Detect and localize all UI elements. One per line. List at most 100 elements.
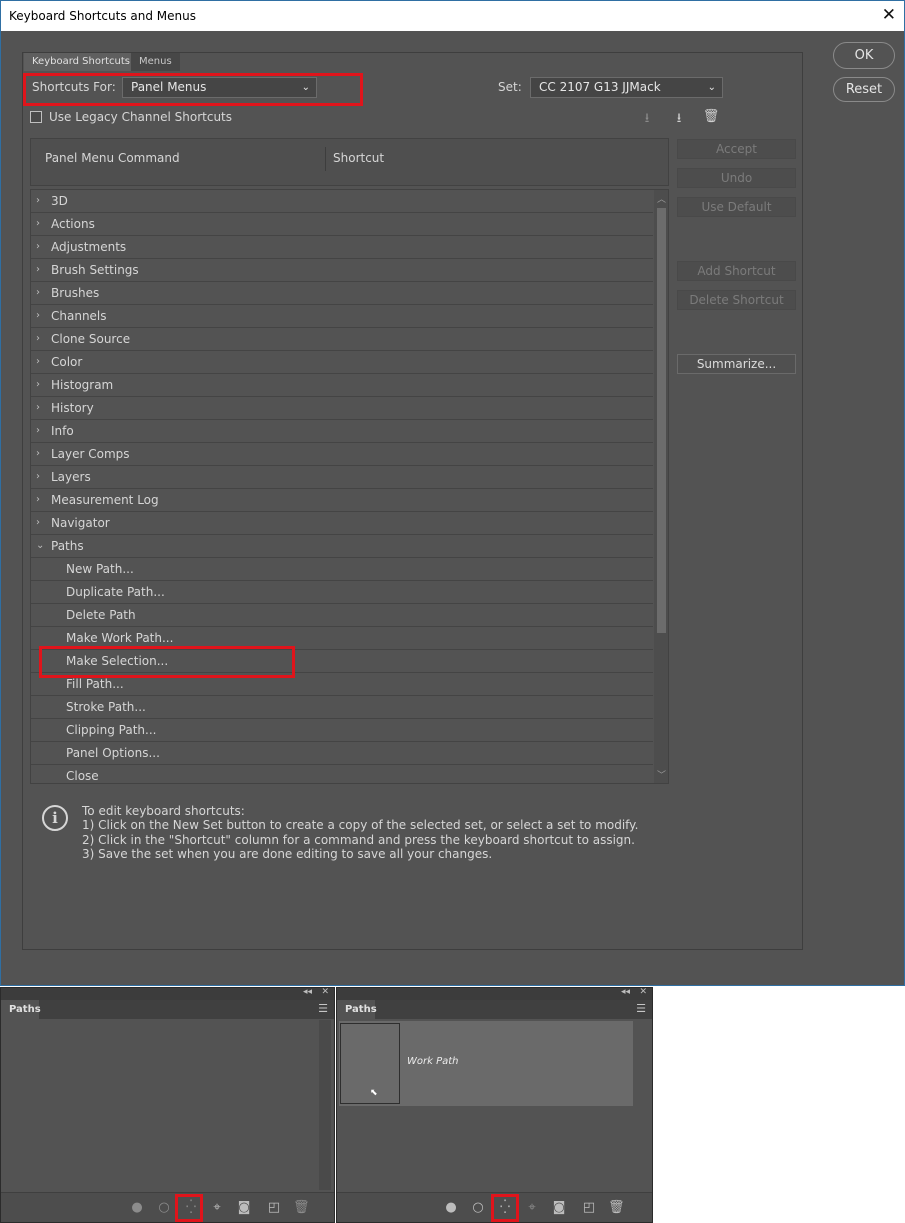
trash-icon[interactable]: 🗑 <box>293 1200 310 1215</box>
accept-button[interactable]: Accept <box>677 139 796 159</box>
save-set-icon[interactable]: ⭳ <box>637 109 657 127</box>
trash-icon[interactable]: 🗑 <box>608 1200 625 1215</box>
chevron-icon: › <box>36 402 40 413</box>
list-item[interactable]: › Layer Comps <box>31 443 653 466</box>
reset-button[interactable]: Reset <box>833 77 895 102</box>
list-item[interactable]: › Channels <box>31 305 653 328</box>
chevron-icon: › <box>36 287 40 298</box>
list-item[interactable]: Delete Path <box>31 604 653 627</box>
close-icon[interactable]: ✕ <box>321 987 329 997</box>
close-icon[interactable]: ✕ <box>639 987 647 997</box>
list-item[interactable]: Clipping Path... <box>31 719 653 742</box>
chevron-icon: › <box>36 333 40 344</box>
scroll-up-icon[interactable]: ︿ <box>657 192 666 205</box>
tab-keyboard-shortcuts[interactable]: Keyboard Shortcuts <box>24 53 138 71</box>
collapse-icon[interactable]: ◂◂ <box>621 987 630 997</box>
list-item[interactable]: › Color <box>31 351 653 374</box>
scroll-down-icon[interactable]: ﹀ <box>657 768 666 781</box>
list-item[interactable]: › Actions <box>31 213 653 236</box>
panel-menu-icon[interactable]: ☰ <box>318 1002 328 1015</box>
legacy-channel-checkbox[interactable] <box>30 111 42 123</box>
tab-menus[interactable]: Menus <box>131 53 180 71</box>
list-item[interactable]: › History <box>31 397 653 420</box>
list-item-label: Color <box>51 355 83 369</box>
list-item-label: Layers <box>51 470 91 484</box>
list-item-label: Navigator <box>51 516 110 530</box>
list-item-label: Info <box>51 424 74 438</box>
scrollbar-thumb[interactable] <box>657 208 666 633</box>
list-item[interactable]: Duplicate Path... <box>31 581 653 604</box>
list-item[interactable]: › Brushes <box>31 282 653 305</box>
new-set-icon[interactable]: ⭳ <box>669 109 689 127</box>
panel-top-bar: ◂◂ ✕ <box>337 987 652 1000</box>
scrollbar[interactable]: ︿ ﹀ <box>654 190 668 783</box>
highlight-box <box>175 1194 203 1222</box>
fill-path-icon[interactable]: ● <box>443 1200 459 1215</box>
summarize-button[interactable]: Summarize... <box>677 354 796 374</box>
list-item-label: New Path... <box>66 562 134 576</box>
info-line: 1) Click on the New Set button to create… <box>82 818 639 832</box>
ok-button[interactable]: OK <box>833 42 895 69</box>
chevron-icon: › <box>36 517 40 528</box>
new-path-icon[interactable]: ◰ <box>266 1200 282 1215</box>
chevron-icon: › <box>36 379 40 390</box>
keyboard-shortcuts-dialog: Keyboard Shortcuts and Menus ✕ Keyboard … <box>0 0 905 986</box>
list-item[interactable]: Panel Options... <box>31 742 653 765</box>
new-path-icon[interactable]: ◰ <box>581 1200 597 1215</box>
list-item-label: Delete Path <box>66 608 136 622</box>
panel-top-bar: ◂◂ ✕ <box>1 987 334 1000</box>
list-item[interactable]: › Clone Source <box>31 328 653 351</box>
panel-scrollbar[interactable] <box>319 1020 331 1190</box>
column-divider <box>325 147 326 171</box>
make-work-path-icon[interactable]: ⌖ <box>209 1200 225 1215</box>
column-command: Panel Menu Command <box>45 151 180 165</box>
highlight-box <box>491 1194 519 1222</box>
add-mask-icon[interactable]: ◙ <box>551 1200 567 1215</box>
stroke-path-icon[interactable]: ○ <box>156 1200 172 1215</box>
list-item-label: Adjustments <box>51 240 127 254</box>
list-item-label: Stroke Path... <box>66 700 146 714</box>
list-item[interactable]: New Path... <box>31 558 653 581</box>
make-work-path-icon[interactable]: ⌖ <box>524 1200 540 1215</box>
chevron-down-icon: ⌄ <box>707 82 716 93</box>
list-item[interactable]: › Info <box>31 420 653 443</box>
tab-paths[interactable]: Paths <box>1 1000 41 1019</box>
list-item[interactable]: › 3D <box>31 190 653 213</box>
list-item-label: 3D <box>51 194 68 208</box>
panel-menu-icon[interactable]: ☰ <box>636 1002 646 1015</box>
trash-icon[interactable]: 🗑 <box>701 109 721 127</box>
chevron-icon: › <box>36 471 40 482</box>
use-default-button[interactable]: Use Default <box>677 197 796 217</box>
tab-paths[interactable]: Paths <box>337 1000 377 1019</box>
chevron-icon: › <box>36 264 40 275</box>
list-item[interactable]: › Navigator <box>31 512 653 535</box>
close-icon[interactable]: ✕ <box>882 5 896 25</box>
fill-path-icon[interactable]: ● <box>129 1200 145 1215</box>
list-item[interactable]: › Brush Settings <box>31 259 653 282</box>
list-item-label: History <box>51 401 94 415</box>
highlight-box <box>39 646 295 678</box>
info-line: To edit keyboard shortcuts: <box>82 804 245 818</box>
list-item[interactable]: › Measurement Log <box>31 489 653 512</box>
add-shortcut-button[interactable]: Add Shortcut <box>677 261 796 281</box>
collapse-icon[interactable]: ◂◂ <box>303 987 312 997</box>
list-item[interactable]: › Layers <box>31 466 653 489</box>
set-label: Set: <box>498 80 522 94</box>
undo-button[interactable]: Undo <box>677 168 796 188</box>
set-select[interactable]: CC 2107 G13 JJMack ⌄ <box>530 77 723 98</box>
list-item[interactable]: Close <box>31 765 653 783</box>
delete-shortcut-button[interactable]: Delete Shortcut <box>677 290 796 310</box>
cursor-icon: ⬉ <box>370 1088 378 1098</box>
list-item[interactable]: › Adjustments <box>31 236 653 259</box>
add-mask-icon[interactable]: ◙ <box>236 1200 252 1215</box>
list-item[interactable]: Stroke Path... <box>31 696 653 719</box>
chevron-icon: › <box>36 356 40 367</box>
chevron-icon: › <box>36 448 40 459</box>
list-item[interactable]: › Histogram <box>31 374 653 397</box>
legacy-channel-label: Use Legacy Channel Shortcuts <box>49 110 233 124</box>
stroke-path-icon[interactable]: ○ <box>470 1200 486 1215</box>
column-shortcut: Shortcut <box>333 151 385 165</box>
panel-tab-bar <box>337 1000 652 1019</box>
chevron-icon: › <box>36 218 40 229</box>
list-item[interactable]: ⌄ Paths <box>31 535 653 558</box>
